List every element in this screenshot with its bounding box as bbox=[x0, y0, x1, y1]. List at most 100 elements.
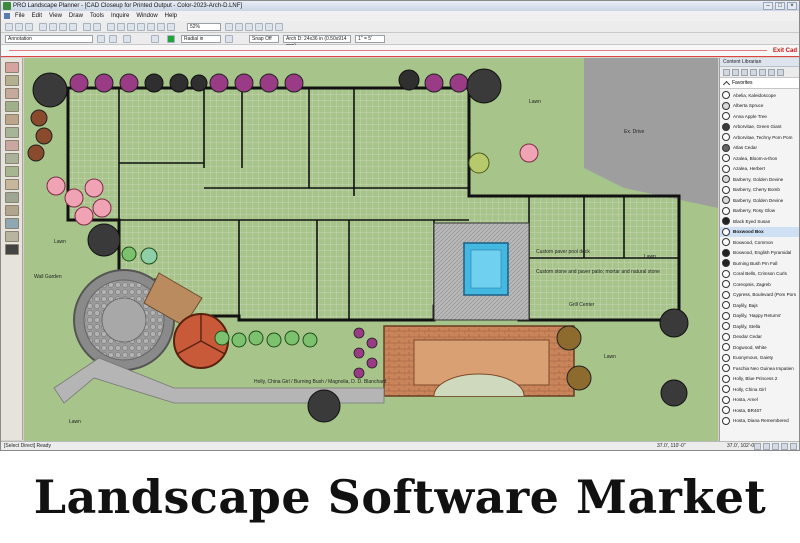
tool-symbol-icon[interactable] bbox=[5, 244, 19, 255]
library-item[interactable]: Anna Apple Tree bbox=[720, 111, 799, 122]
pan-icon[interactable] bbox=[107, 23, 115, 31]
ortho-icon[interactable] bbox=[245, 23, 253, 31]
library-item[interactable]: Fuschia Neo Guinea Impatien bbox=[720, 363, 799, 374]
measure-icon[interactable] bbox=[275, 23, 283, 31]
menu-window[interactable]: Window bbox=[136, 11, 157, 21]
library-search-icon[interactable] bbox=[750, 69, 757, 76]
save-icon[interactable] bbox=[25, 23, 33, 31]
properties-icon[interactable] bbox=[265, 23, 273, 31]
zoom-in-icon[interactable] bbox=[117, 23, 125, 31]
library-item[interactable]: Boxwood, Common bbox=[720, 237, 799, 248]
landscape-plan[interactable]: Lawn Ex. Drive Lawn Lawn Lawn Lawn Custo… bbox=[24, 58, 718, 441]
grid-toggle-icon[interactable] bbox=[754, 443, 761, 450]
library-item[interactable]: Barberry, Golden Devine bbox=[720, 174, 799, 185]
layer-select[interactable]: Annotation bbox=[5, 35, 93, 43]
line-color-icon[interactable] bbox=[97, 35, 105, 43]
grid-icon[interactable] bbox=[225, 23, 233, 31]
tool-erase-icon[interactable] bbox=[5, 75, 19, 86]
redo-icon[interactable] bbox=[93, 23, 101, 31]
library-forward-icon[interactable] bbox=[732, 69, 739, 76]
menu-help[interactable]: Help bbox=[165, 11, 177, 21]
cut-icon[interactable] bbox=[49, 23, 57, 31]
library-item[interactable]: Boxwood Box bbox=[720, 226, 799, 237]
library-item[interactable]: Hosta, BR467 bbox=[720, 405, 799, 416]
library-item[interactable]: Burning Bush Pm Fall bbox=[720, 258, 799, 269]
tool-shrub-icon[interactable] bbox=[5, 153, 19, 164]
library-item[interactable]: Arborvitae, Green Giant bbox=[720, 122, 799, 133]
large-tree[interactable] bbox=[466, 68, 502, 104]
minimize-icon[interactable]: – bbox=[763, 2, 773, 10]
tool-water-icon[interactable] bbox=[5, 218, 19, 229]
layers-icon[interactable] bbox=[255, 23, 263, 31]
copy-icon[interactable] bbox=[59, 23, 67, 31]
library-item[interactable]: Alberta Spruce bbox=[720, 101, 799, 112]
refresh-icon[interactable] bbox=[157, 23, 165, 31]
new-icon[interactable] bbox=[5, 23, 13, 31]
large-tree[interactable] bbox=[32, 72, 68, 108]
paste-icon[interactable] bbox=[69, 23, 77, 31]
tool-mulch-icon[interactable] bbox=[5, 127, 19, 138]
sheet-size-select[interactable]: Arch D: 24x36 in (0.50x914 mm) bbox=[283, 35, 351, 49]
library-view-icon[interactable] bbox=[768, 69, 775, 76]
library-item[interactable]: Azalea, Bloom-a-thon bbox=[720, 153, 799, 164]
line-style-select[interactable]: Radial in bbox=[181, 35, 221, 43]
library-item[interactable]: Daylily, Stella bbox=[720, 321, 799, 332]
library-item[interactable]: Barberry, Golden Devine bbox=[720, 195, 799, 206]
close-icon[interactable]: × bbox=[787, 2, 797, 10]
library-item[interactable]: Coreopsis, Zagreb bbox=[720, 279, 799, 290]
menu-edit[interactable]: Edit bbox=[32, 11, 42, 21]
tool-text-icon[interactable] bbox=[5, 231, 19, 242]
library-item[interactable]: Azalea, Herbert bbox=[720, 164, 799, 175]
library-settings-icon[interactable] bbox=[777, 69, 784, 76]
tool-wall-icon[interactable] bbox=[5, 192, 19, 203]
library-item[interactable]: Black Eyed Susan bbox=[720, 216, 799, 227]
library-item[interactable]: Hosta, Diana Remembered bbox=[720, 416, 799, 427]
library-item[interactable]: Boxwood, English Pyramidal bbox=[720, 248, 799, 259]
text-color-icon[interactable] bbox=[151, 35, 159, 43]
library-item[interactable]: Euonymous, Gaiety bbox=[720, 353, 799, 364]
tool-stone-icon[interactable] bbox=[5, 114, 19, 125]
large-tree[interactable] bbox=[87, 223, 121, 257]
zoom-window-icon[interactable] bbox=[137, 23, 145, 31]
library-item[interactable]: Coral Bells, Crimson Curls bbox=[720, 269, 799, 280]
snap-toggle-icon[interactable] bbox=[763, 443, 770, 450]
hand-icon[interactable] bbox=[167, 23, 175, 31]
open-icon[interactable] bbox=[15, 23, 23, 31]
tool-tree-icon[interactable] bbox=[5, 166, 19, 177]
menu-file[interactable]: File bbox=[15, 11, 25, 21]
ortho-toggle-icon[interactable] bbox=[772, 443, 779, 450]
exit-cad-button[interactable]: Exit Cad bbox=[773, 46, 797, 56]
maximize-icon[interactable]: □ bbox=[775, 2, 785, 10]
tool-select-icon[interactable] bbox=[5, 62, 19, 73]
menu-draw[interactable]: Draw bbox=[69, 11, 83, 21]
tool-path-icon[interactable] bbox=[5, 179, 19, 190]
library-item[interactable]: Daylily, 'Happy Returns' bbox=[720, 311, 799, 322]
scale-select[interactable]: 1" = 5' bbox=[355, 35, 385, 43]
library-item[interactable]: Cypress, Boulevard (Pom Pom bbox=[720, 290, 799, 301]
library-home-icon[interactable] bbox=[741, 69, 748, 76]
library-item[interactable]: Atlas Cedar bbox=[720, 143, 799, 154]
tool-brick-icon[interactable] bbox=[5, 88, 19, 99]
library-item[interactable]: Holly, China Girl bbox=[720, 384, 799, 395]
snap-select[interactable]: Snap Off bbox=[249, 35, 279, 43]
zoom-extents-icon[interactable] bbox=[147, 23, 155, 31]
drawing-canvas[interactable]: Lawn Ex. Drive Lawn Lawn Lawn Lawn Custo… bbox=[24, 58, 718, 441]
library-item[interactable]: Barberry, Cherry Bomb bbox=[720, 185, 799, 196]
menu-inquire[interactable]: Inquire bbox=[111, 11, 129, 21]
large-tree[interactable] bbox=[307, 389, 341, 423]
menu-tools[interactable]: Tools bbox=[90, 11, 104, 21]
library-item[interactable]: Holly, Blue Princess 2 bbox=[720, 374, 799, 385]
zoom-select[interactable]: 52% bbox=[187, 23, 221, 31]
snap-icon[interactable] bbox=[235, 23, 243, 31]
line-type-icon[interactable] bbox=[123, 35, 131, 43]
library-item[interactable]: Daylily, Bajs bbox=[720, 300, 799, 311]
print-icon[interactable] bbox=[39, 23, 47, 31]
library-item[interactable]: Arborvitae, Techny Pom Pom bbox=[720, 132, 799, 143]
layers-toggle-icon[interactable] bbox=[781, 443, 788, 450]
library-folder-icon[interactable] bbox=[759, 69, 766, 76]
tool-paver-icon[interactable] bbox=[5, 140, 19, 151]
menu-view[interactable]: View bbox=[49, 11, 62, 21]
tool-lawn-icon[interactable] bbox=[5, 101, 19, 112]
hatch-icon[interactable] bbox=[225, 35, 233, 43]
library-item[interactable]: Hosta, Amel bbox=[720, 395, 799, 406]
